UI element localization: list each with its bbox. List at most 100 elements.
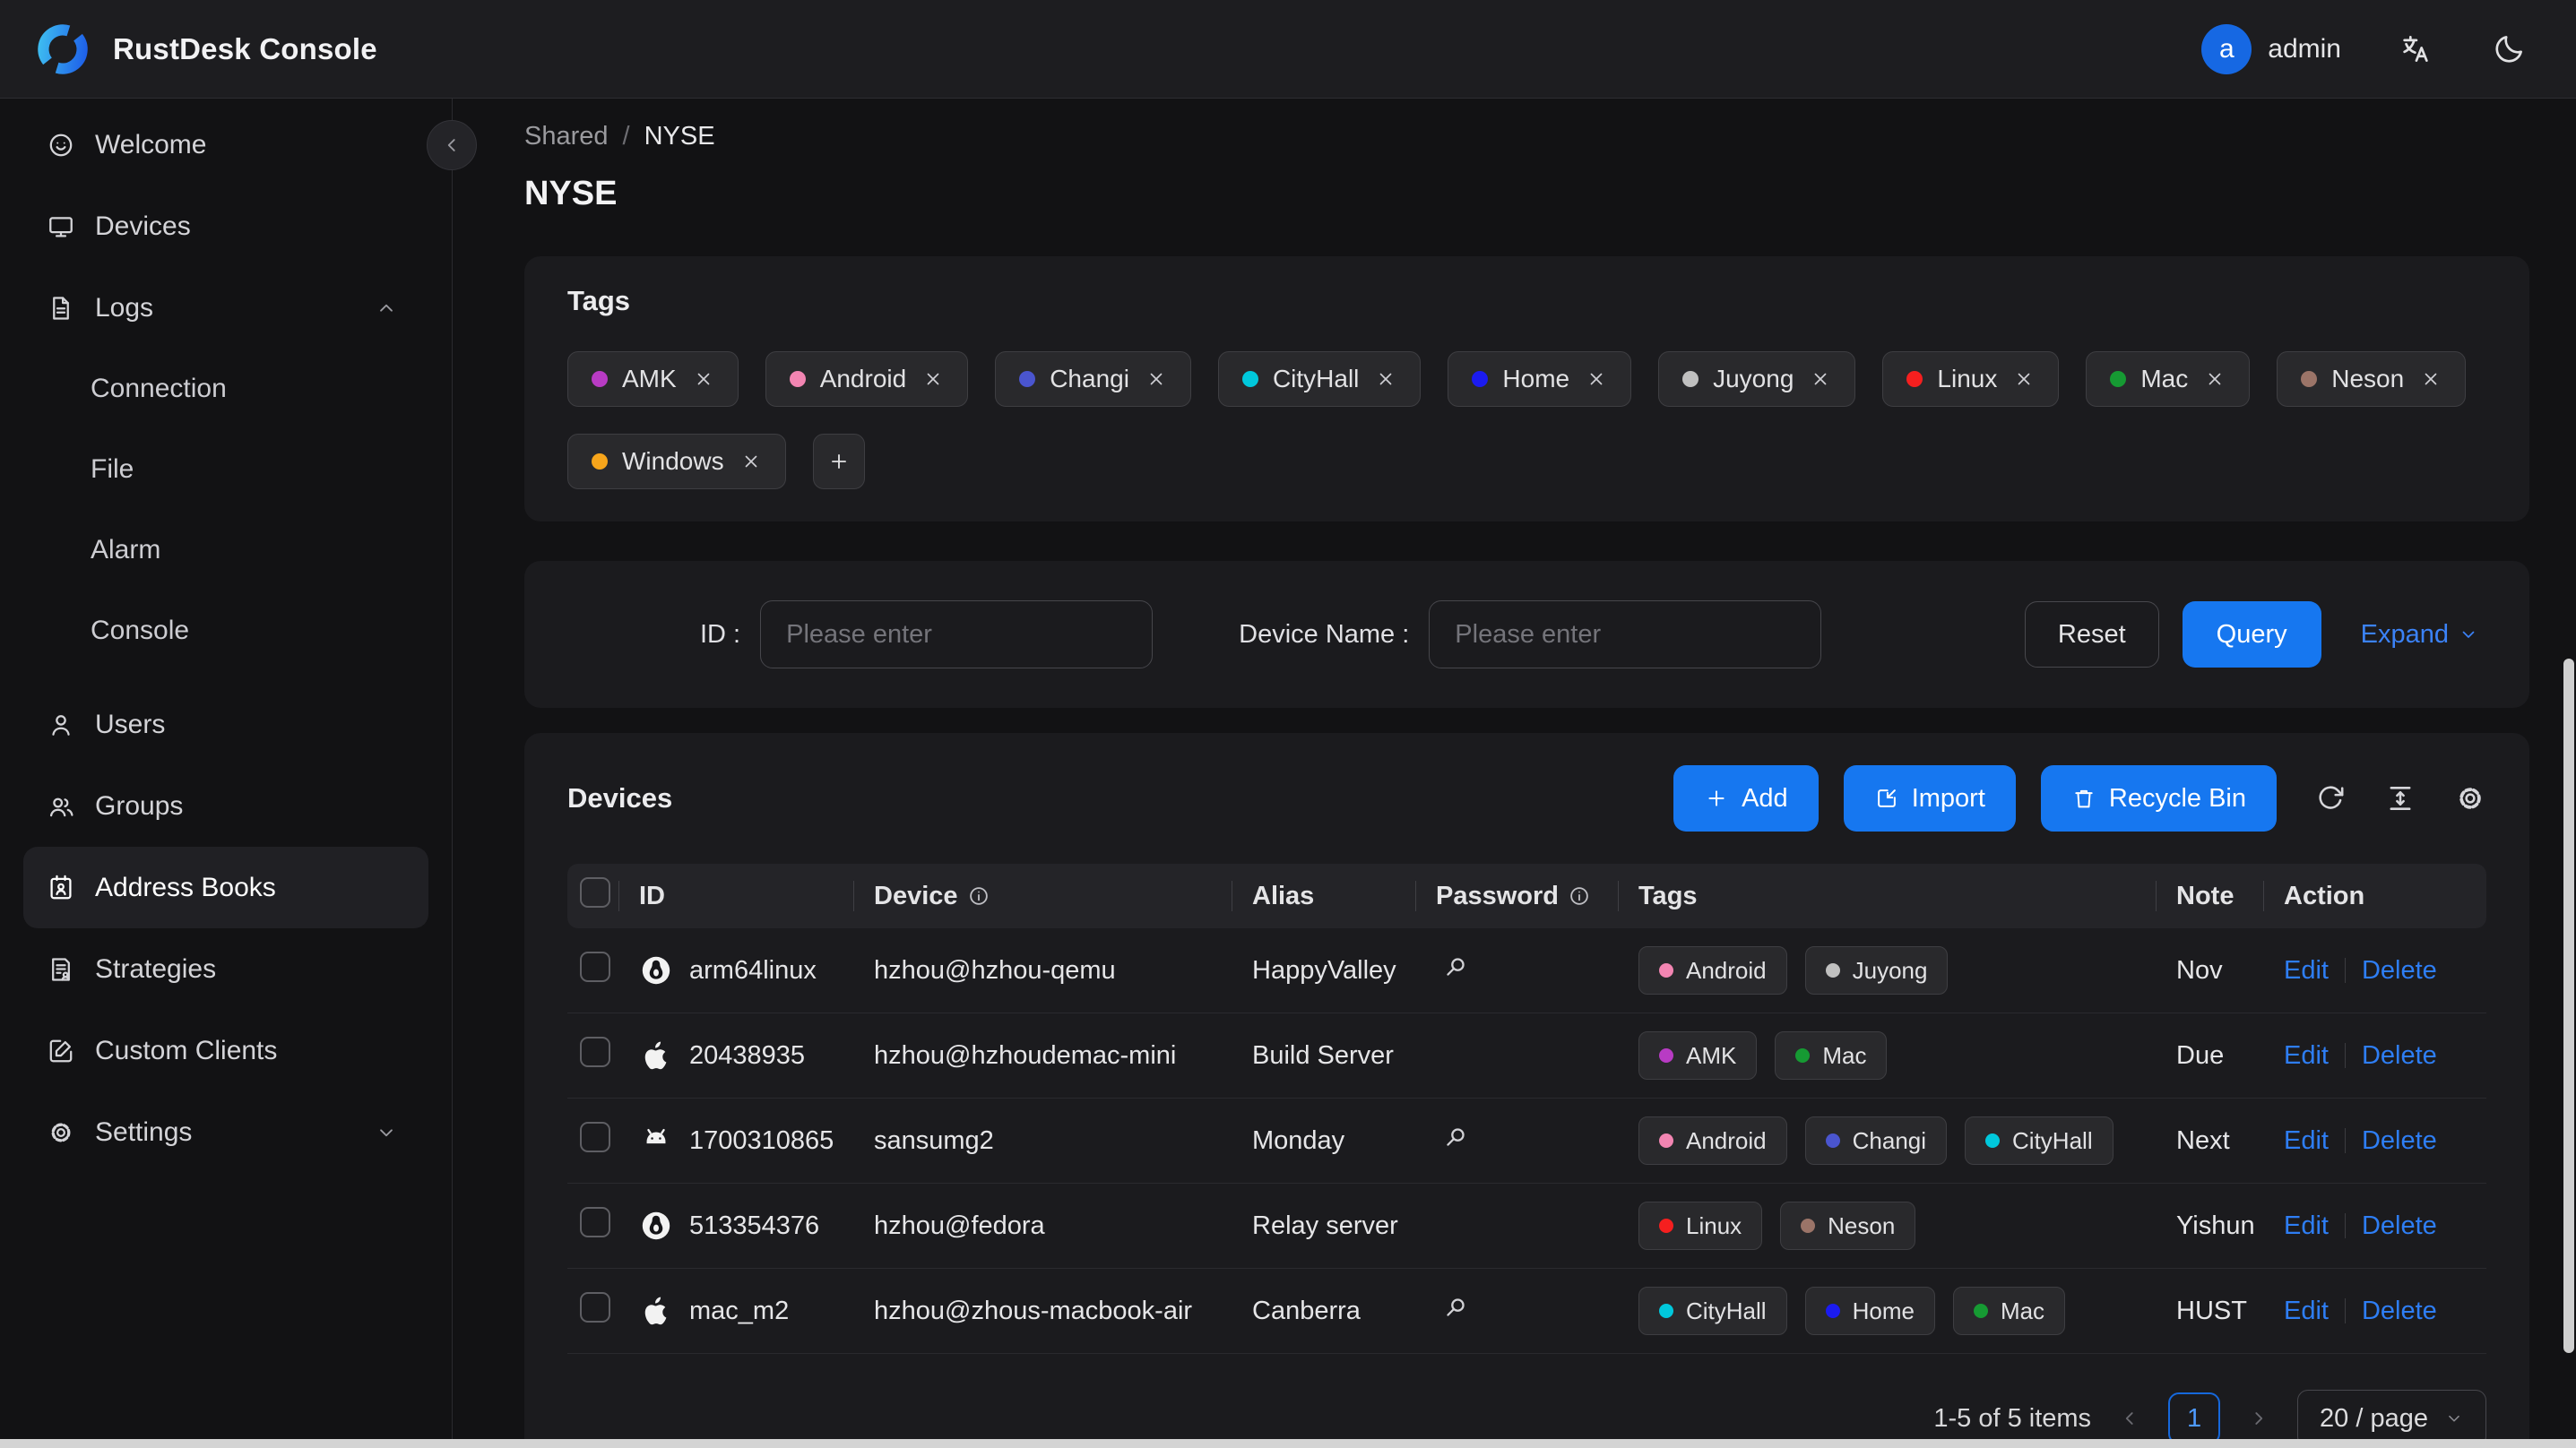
action-divider [2344, 1128, 2346, 1153]
row-checkbox[interactable] [580, 1292, 610, 1323]
close-icon[interactable] [1810, 368, 1831, 390]
password-cell [1416, 1184, 1619, 1269]
sidebar-item-file[interactable]: File [23, 429, 428, 510]
reveal-password-icon[interactable] [1441, 1293, 1470, 1322]
username[interactable]: admin [2268, 34, 2341, 65]
chevron-down-icon [2458, 624, 2479, 645]
edit-link[interactable]: Edit [2284, 1211, 2329, 1241]
edit-link[interactable]: Edit [2284, 1041, 2329, 1071]
sidebar-item-label: Settings [95, 1116, 193, 1147]
sidebar: Welcome Devices Logs Connection File Alarm Con… [0, 99, 477, 1448]
devices-card-title: Devices [567, 782, 673, 814]
avatar[interactable]: a [2201, 23, 2252, 74]
action-divider [2344, 1043, 2346, 1068]
tag-chip-neson[interactable]: Neson [2277, 351, 2467, 407]
previous-page-icon[interactable] [2118, 1407, 2141, 1430]
close-icon[interactable] [2420, 368, 2442, 390]
query-button[interactable]: Query [2182, 601, 2321, 668]
close-icon[interactable] [2013, 368, 2035, 390]
delete-link[interactable]: Delete [2362, 1126, 2437, 1156]
sidebar-collapse-button[interactable] [427, 120, 477, 170]
chevron-left-icon [440, 134, 463, 157]
close-icon[interactable] [2204, 368, 2226, 390]
add-button[interactable]: Add [1673, 765, 1819, 832]
tag-color-dot [1659, 1304, 1673, 1318]
tags-card: Tags AMK Android Changi CityHall Home Juyong L… [524, 256, 2529, 521]
row-checkbox[interactable] [580, 952, 610, 982]
sidebar-item-strategies[interactable]: Strategies [23, 928, 428, 1010]
tag-chip-android[interactable]: Android [765, 351, 969, 407]
close-icon[interactable] [693, 368, 714, 390]
dark-mode-moon-icon[interactable] [2492, 32, 2526, 66]
tag-color-dot [1472, 371, 1489, 387]
close-icon[interactable] [740, 451, 762, 472]
breadcrumb-parent[interactable]: Shared [524, 122, 609, 151]
row-checkbox[interactable] [580, 1037, 610, 1067]
sidebar-item-welcome[interactable]: Welcome [23, 104, 428, 185]
column-height-icon[interactable] [2384, 782, 2416, 814]
id-filter-input[interactable] [760, 600, 1154, 668]
tag-label: Home [1502, 365, 1570, 392]
tag-chip-mac[interactable]: Mac [2086, 351, 2251, 407]
vertical-scrollbar-thumb[interactable] [2563, 659, 2574, 1353]
sidebar-item-alarm[interactable]: Alarm [23, 510, 428, 590]
sidebar-item-logs[interactable]: Logs [23, 267, 428, 349]
chevron-down-icon [2444, 1409, 2464, 1428]
note-cell: HUST [2157, 1269, 2264, 1354]
tags-cell: Android Juyong [1619, 928, 2157, 1013]
reveal-password-icon[interactable] [1441, 952, 1470, 981]
tag-color-dot [1973, 1304, 1988, 1318]
row-checkbox[interactable] [580, 1207, 610, 1237]
expand-link[interactable]: Expand [2361, 620, 2479, 650]
horizontal-scrollbar[interactable] [0, 1439, 2576, 1448]
edit-link[interactable]: Edit [2284, 1126, 2329, 1156]
translate-icon[interactable] [2399, 32, 2433, 66]
sidebar-item-settings[interactable]: Settings [23, 1091, 428, 1173]
import-button[interactable]: Import [1843, 765, 2016, 832]
column-header-id: ID [619, 864, 854, 928]
device-name-filter-input[interactable] [1429, 600, 1822, 668]
tag-color-dot [1795, 1048, 1811, 1063]
delete-link[interactable]: Delete [2362, 1297, 2437, 1326]
sidebar-item-address-books[interactable]: Address Books [23, 847, 428, 928]
select-all-checkbox[interactable] [580, 877, 610, 908]
tag-chip-juyong[interactable]: Juyong [1658, 351, 1856, 407]
delete-link[interactable]: Delete [2362, 956, 2437, 986]
user-icon [47, 711, 75, 739]
sidebar-item-groups[interactable]: Groups [23, 765, 428, 847]
refresh-icon[interactable] [2314, 782, 2347, 814]
tag-chip-amk[interactable]: AMK [567, 351, 739, 407]
tag-chip-changi[interactable]: Changi [995, 351, 1191, 407]
next-page-icon[interactable] [2247, 1407, 2270, 1430]
sidebar-item-users[interactable]: Users [23, 684, 428, 765]
devices-table: ID Device Alias Password Tags Note Action arm6… [567, 864, 2486, 1354]
delete-link[interactable]: Delete [2362, 1211, 2437, 1241]
add-tag-button[interactable] [812, 434, 865, 489]
tag-chip-linux[interactable]: Linux [1882, 351, 2060, 407]
sidebar-item-console[interactable]: Console [23, 590, 428, 671]
rustdesk-logo-icon [34, 21, 91, 78]
delete-link[interactable]: Delete [2362, 1041, 2437, 1071]
close-icon[interactable] [922, 368, 944, 390]
page-number-button[interactable]: 1 [2168, 1392, 2221, 1444]
sidebar-item-custom-clients[interactable]: Custom Clients [23, 1010, 428, 1091]
close-icon[interactable] [1586, 368, 1607, 390]
table-settings-gear-icon[interactable] [2454, 782, 2486, 814]
info-icon[interactable] [967, 884, 990, 908]
reveal-password-icon[interactable] [1441, 1123, 1470, 1151]
close-icon[interactable] [1145, 368, 1167, 390]
close-icon[interactable] [1375, 368, 1396, 390]
linux-icon [639, 953, 673, 987]
edit-link[interactable]: Edit [2284, 956, 2329, 986]
sidebar-item-devices[interactable]: Devices [23, 185, 428, 267]
tag-chip-windows[interactable]: Windows [567, 434, 786, 489]
row-checkbox[interactable] [580, 1122, 610, 1152]
tag-chip-home[interactable]: Home [1448, 351, 1632, 407]
sidebar-item-connection[interactable]: Connection [23, 349, 428, 429]
tag-chip-cityhall[interactable]: CityHall [1217, 351, 1422, 407]
reset-button[interactable]: Reset [2024, 601, 2159, 668]
recycle-bin-button[interactable]: Recycle Bin [2040, 765, 2277, 832]
info-icon[interactable] [1568, 884, 1591, 908]
edit-link[interactable]: Edit [2284, 1297, 2329, 1326]
row-tag-chip-neson: Neson [1780, 1202, 1916, 1250]
